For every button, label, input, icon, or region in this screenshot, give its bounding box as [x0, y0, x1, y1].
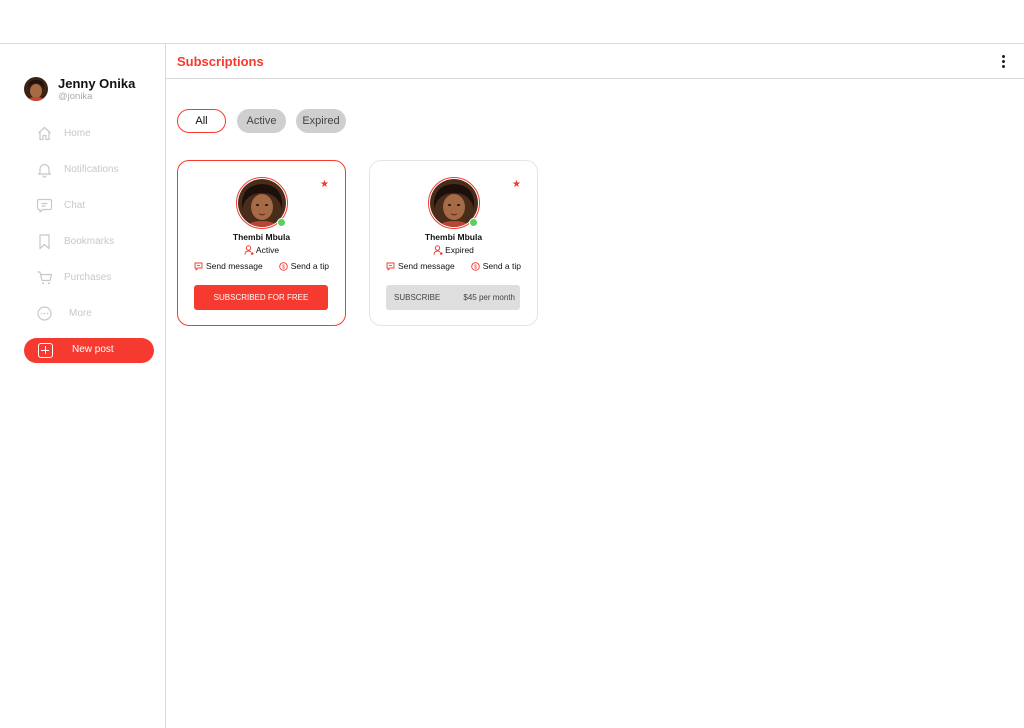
- send-tip-label: Send a tip: [290, 261, 329, 271]
- sidebar-item-label: Home: [64, 127, 91, 139]
- subscription-status: Active: [178, 245, 345, 255]
- page-header: Subscriptions: [166, 44, 1024, 79]
- subscribe-label: SUBSCRIBE: [394, 293, 441, 302]
- online-indicator: [469, 218, 478, 227]
- top-bar: [0, 0, 1024, 44]
- sidebar-item-more[interactable]: More: [36, 302, 156, 324]
- avatar[interactable]: [236, 177, 288, 229]
- svg-text:$: $: [474, 264, 477, 270]
- filter-expired[interactable]: Expired: [296, 109, 346, 133]
- user-status-icon: [433, 245, 443, 255]
- sidebar-item-bookmarks[interactable]: Bookmarks: [36, 230, 156, 252]
- send-tip-button[interactable]: $ Send a tip: [470, 261, 521, 271]
- bookmark-icon: [39, 233, 50, 249]
- subscribed-label: SUBSCRIBED FOR FREE: [213, 293, 309, 302]
- cart-icon: [37, 270, 53, 284]
- send-tip-label: Send a tip: [482, 261, 521, 271]
- chat-icon: [36, 198, 53, 213]
- subscription-card[interactable]: ★ Thembi Mbula Expired Send message $ Se…: [369, 160, 538, 326]
- status-label: Active: [255, 245, 280, 255]
- subscribe-button[interactable]: SUBSCRIBE $45 per month: [386, 285, 520, 310]
- message-icon: [194, 262, 203, 270]
- avatar[interactable]: [428, 177, 480, 229]
- plus-icon: [38, 343, 53, 358]
- filter-active[interactable]: Active: [237, 109, 286, 133]
- star-icon[interactable]: ★: [512, 179, 521, 190]
- sidebar-item-label: Chat: [64, 199, 86, 211]
- new-post-button[interactable]: New post: [24, 338, 154, 363]
- price-label: $45 per month: [463, 293, 515, 302]
- status-label: Expired: [445, 245, 474, 255]
- avatar[interactable]: [24, 77, 48, 101]
- send-message-button[interactable]: Send message: [386, 261, 455, 271]
- creator-name: Thembi Mbula: [232, 232, 291, 242]
- message-icon: [386, 262, 395, 270]
- dollar-icon: $: [278, 261, 288, 271]
- dollar-icon: $: [470, 261, 480, 271]
- sidebar-item-label: Bookmarks: [64, 235, 115, 247]
- send-message-button[interactable]: Send message: [194, 261, 263, 271]
- home-icon: [38, 126, 51, 140]
- online-indicator: [277, 218, 286, 227]
- sidebar-item-chat[interactable]: Chat: [36, 194, 156, 216]
- bell-icon: [37, 163, 52, 178]
- kebab-menu-icon[interactable]: [1001, 55, 1005, 69]
- send-message-label: Send message: [206, 261, 263, 271]
- subscription-status: Expired: [370, 245, 537, 255]
- user-status-icon: [244, 245, 254, 255]
- user-handle: @jonika: [58, 91, 93, 102]
- send-message-label: Send message: [398, 261, 455, 271]
- filter-all[interactable]: All: [177, 109, 226, 133]
- new-post-label: New post: [72, 344, 114, 355]
- sidebar-item-label: Notifications: [64, 163, 119, 175]
- page-title: Subscriptions: [177, 54, 264, 69]
- sidebar-item-notifications[interactable]: Notifications: [36, 158, 156, 180]
- sidebar-item-home[interactable]: Home: [36, 122, 156, 144]
- star-icon[interactable]: ★: [320, 179, 329, 190]
- user-profile[interactable]: Jenny Onika @jonika: [24, 76, 135, 102]
- more-icon: [37, 305, 52, 321]
- svg-text:$: $: [282, 264, 285, 270]
- creator-name: Thembi Mbula: [424, 232, 483, 242]
- sidebar-item-label: Purchases: [64, 271, 112, 283]
- subscription-card[interactable]: ★ Thembi Mbula Active Send message $ Sen…: [177, 160, 346, 326]
- sidebar: Jenny Onika @jonika Home Notifications C…: [0, 44, 166, 728]
- user-name: Jenny Onika: [58, 76, 136, 91]
- sidebar-item-purchases[interactable]: Purchases: [36, 266, 156, 288]
- send-tip-button[interactable]: $ Send a tip: [278, 261, 329, 271]
- subscribed-button[interactable]: SUBSCRIBED FOR FREE: [194, 285, 328, 310]
- sidebar-item-label: More: [69, 307, 92, 319]
